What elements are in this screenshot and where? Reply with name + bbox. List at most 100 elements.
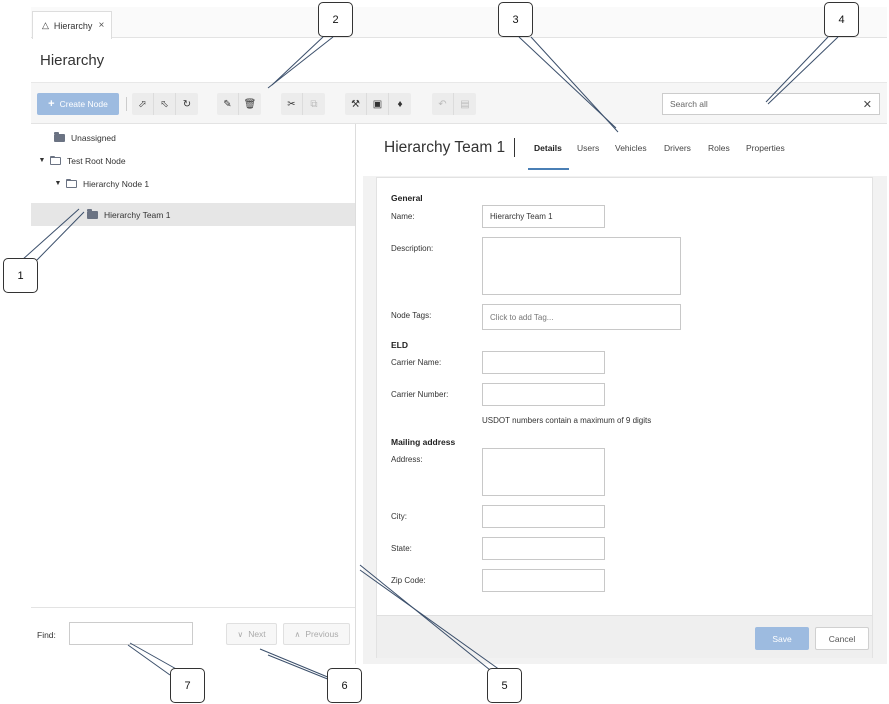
- page-title: Hierarchy: [40, 52, 105, 69]
- next-label: Next: [248, 629, 266, 639]
- node-tags-label: Node Tags:: [391, 311, 432, 320]
- history-tools-group: ↶ ▤: [432, 93, 476, 115]
- details-form: General Name: Hierarchy Team 1 Descripti…: [376, 177, 873, 658]
- hierarchy-tree-panel: Unassigned ▼ Test Root Node ▼ Hierarchy …: [31, 124, 356, 664]
- toolbar-divider: [126, 97, 127, 111]
- search-input[interactable]: Search all ✕: [662, 93, 880, 115]
- tab-properties[interactable]: Properties: [746, 143, 785, 153]
- plus-icon: +: [48, 98, 55, 110]
- address-field[interactable]: [482, 448, 605, 496]
- toolbar: + Create Node ⬀ ⬁ ↻ ✎ 🗑 ✂ ⧉ ⚒ ▣ ♦ ↶ ▤ Se…: [31, 83, 887, 124]
- section-eld: ELD: [391, 340, 408, 350]
- find-input[interactable]: [69, 622, 193, 645]
- active-tab-indicator: [528, 168, 569, 170]
- carrier-number-label: Carrier Number:: [391, 390, 449, 399]
- tree-node-hierarchy-team-1[interactable]: Hierarchy Team 1: [31, 203, 355, 226]
- tab-bar: △ Hierarchy ×: [31, 7, 887, 39]
- section-mailing-address: Mailing address: [391, 437, 456, 447]
- name-field[interactable]: Hierarchy Team 1: [482, 205, 605, 228]
- tag-icon[interactable]: ♦: [389, 93, 411, 115]
- selection-tools-group: ⬀ ⬁ ↻: [132, 93, 198, 115]
- carrier-number-hint: USDOT numbers contain a maximum of 9 dig…: [482, 416, 652, 425]
- description-label: Description:: [391, 244, 434, 253]
- node-tools-group: ⚒ ▣ ♦: [345, 93, 411, 115]
- tree-node-label: Unassigned: [71, 132, 116, 143]
- zip-code-label: Zip Code:: [391, 576, 426, 585]
- tree-node-hierarchy-node-1[interactable]: ▼ Hierarchy Node 1: [31, 172, 355, 195]
- find-bar: Find: ∨ Next ∧ Previous: [31, 607, 355, 664]
- callout-4: 4: [824, 2, 859, 37]
- tab-label: Hierarchy: [53, 20, 93, 31]
- save-button[interactable]: Save: [755, 627, 809, 650]
- tab-users[interactable]: Users: [577, 143, 599, 153]
- folder-icon: [87, 208, 98, 219]
- paste-icon[interactable]: ⧉: [303, 93, 325, 115]
- select-node-icon[interactable]: ⬁: [154, 93, 176, 115]
- callout-3: 3: [498, 2, 533, 37]
- undo-icon[interactable]: ↶: [432, 93, 454, 115]
- create-node-label: Create Node: [59, 99, 108, 109]
- edit-tools-group: ✎ 🗑: [217, 93, 261, 115]
- select-all-icon[interactable]: ⬀: [132, 93, 154, 115]
- hierarchy-app: △ Hierarchy × Hierarchy + Create Node ⬀ …: [31, 7, 887, 664]
- tree-node-test-root[interactable]: ▼ Test Root Node: [31, 149, 355, 172]
- tab-details[interactable]: Details: [534, 143, 562, 153]
- tree-node-unassigned[interactable]: Unassigned: [31, 126, 355, 149]
- save-icon[interactable]: ▤: [454, 93, 476, 115]
- cancel-button[interactable]: Cancel: [815, 627, 869, 650]
- details-panel: Hierarchy Team 1 Details Users Vehicles …: [363, 124, 887, 664]
- details-header: Hierarchy Team 1 Details Users Vehicles …: [363, 124, 887, 176]
- city-field[interactable]: [482, 505, 605, 528]
- description-field[interactable]: [482, 237, 681, 295]
- caret-down-icon[interactable]: ▼: [38, 157, 46, 164]
- zip-code-field[interactable]: [482, 569, 605, 592]
- delete-icon[interactable]: 🗑: [239, 93, 261, 115]
- form-footer: Save Cancel: [377, 615, 872, 658]
- folder-open-icon: [66, 178, 77, 188]
- tree-node-label: Hierarchy Node 1: [83, 178, 150, 189]
- callout-5: 5: [487, 668, 522, 703]
- title-separator: [514, 138, 515, 157]
- find-label: Find:: [37, 630, 56, 640]
- details-title: Hierarchy Team 1: [384, 139, 506, 156]
- carrier-name-field[interactable]: [482, 351, 605, 374]
- carrier-name-label: Carrier Name:: [391, 358, 442, 367]
- carrier-number-field[interactable]: [482, 383, 605, 406]
- folder-icon: [54, 131, 65, 142]
- section-general: General: [391, 193, 423, 203]
- cut-icon[interactable]: ✂: [281, 93, 303, 115]
- edit-properties-icon[interactable]: ▣: [367, 93, 389, 115]
- callout-2: 2: [318, 2, 353, 37]
- folder-open-icon: [50, 155, 61, 165]
- chevron-up-icon: ∧: [294, 629, 301, 639]
- tools-icon[interactable]: ⚒: [345, 93, 367, 115]
- tree-node-label: Hierarchy Team 1: [104, 209, 171, 220]
- tree-node-label: Test Root Node: [67, 155, 126, 166]
- address-label: Address:: [391, 455, 423, 464]
- node-tags-field[interactable]: Click to add Tag...: [482, 304, 681, 330]
- state-field[interactable]: [482, 537, 605, 560]
- search-placeholder: Search all: [670, 99, 708, 109]
- sitemap-icon: △: [42, 20, 49, 30]
- tab-drivers[interactable]: Drivers: [664, 143, 691, 153]
- next-button[interactable]: ∨ Next: [226, 623, 277, 645]
- edit-icon[interactable]: ✎: [217, 93, 239, 115]
- callout-1: 1: [3, 258, 38, 293]
- tab-roles[interactable]: Roles: [708, 143, 730, 153]
- callout-7: 7: [170, 668, 205, 703]
- previous-label: Previous: [305, 629, 339, 639]
- state-label: State:: [391, 544, 412, 553]
- create-node-button[interactable]: + Create Node: [37, 93, 119, 115]
- name-label: Name:: [391, 212, 415, 221]
- clipboard-tools-group: ✂ ⧉: [281, 93, 325, 115]
- chevron-down-icon: ∨: [237, 629, 244, 639]
- previous-button[interactable]: ∧ Previous: [283, 623, 350, 645]
- tab-hierarchy[interactable]: △ Hierarchy ×: [32, 11, 112, 39]
- caret-down-icon[interactable]: ▼: [54, 180, 62, 187]
- clear-search-icon[interactable]: ✕: [863, 98, 872, 111]
- callout-6: 6: [327, 668, 362, 703]
- refresh-icon[interactable]: ↻: [176, 93, 198, 115]
- tab-vehicles[interactable]: Vehicles: [615, 143, 647, 153]
- close-icon[interactable]: ×: [98, 20, 104, 31]
- city-label: City:: [391, 512, 407, 521]
